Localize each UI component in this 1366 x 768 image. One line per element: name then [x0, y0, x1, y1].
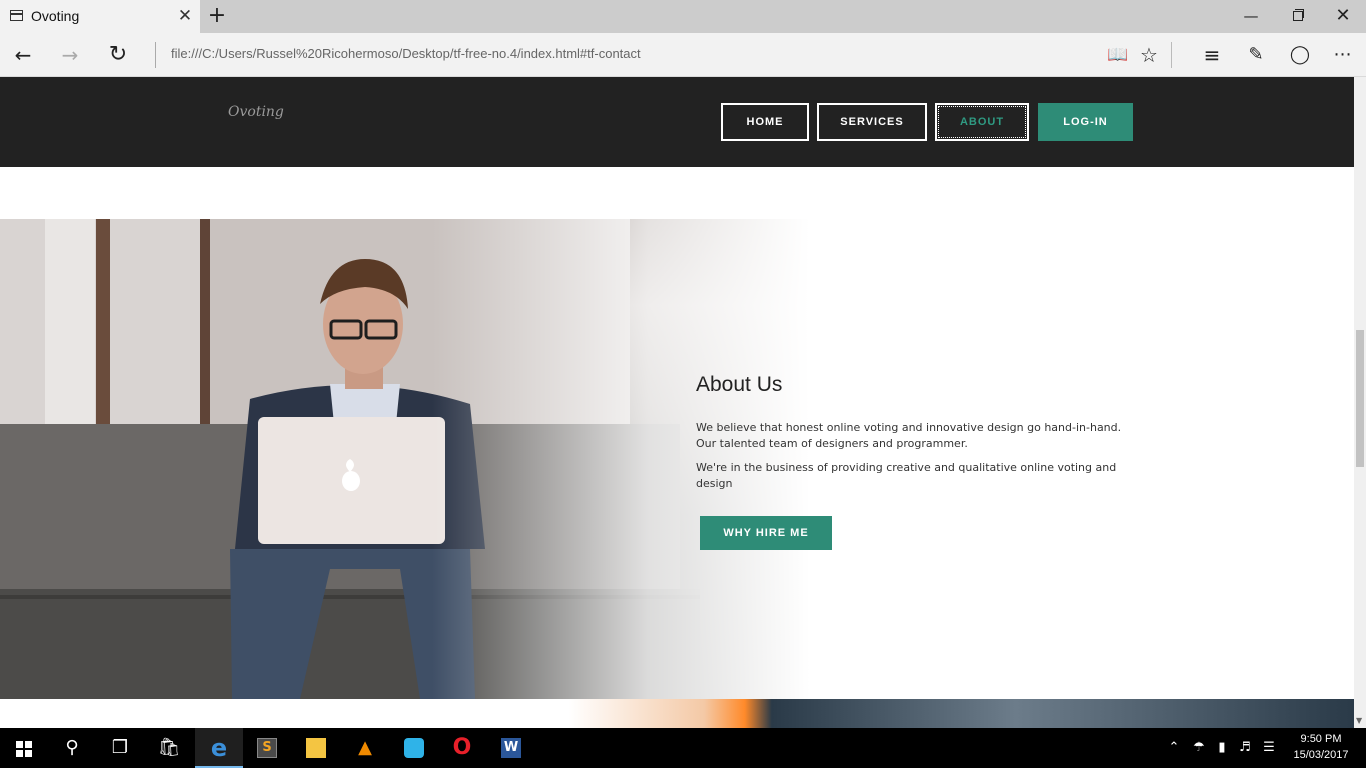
- wifi-icon[interactable]: ☂: [1188, 728, 1210, 768]
- browser-tab[interactable]: Ovoting ✕: [0, 0, 200, 33]
- store-icon[interactable]: 🛍: [145, 728, 193, 768]
- battery-icon[interactable]: ▮: [1211, 728, 1233, 768]
- page-scrollbar[interactable]: ▼: [1354, 77, 1366, 728]
- about-section: About Us We believe that honest online v…: [0, 219, 1354, 699]
- close-tab-icon[interactable]: ✕: [175, 6, 195, 26]
- about-paragraph-1: We believe that honest online voting and…: [696, 421, 1122, 450]
- about-title: About Us: [696, 373, 783, 396]
- edge-icon[interactable]: e: [195, 728, 243, 768]
- more-icon[interactable]: ⋯: [1328, 41, 1358, 69]
- sublime-text-icon[interactable]: S: [243, 728, 291, 768]
- volume-icon[interactable]: ♬: [1234, 728, 1256, 768]
- action-center-icon[interactable]: ☰: [1258, 728, 1280, 768]
- opera-icon[interactable]: O: [438, 728, 486, 768]
- web-note-icon[interactable]: ✎: [1241, 41, 1271, 69]
- scrollbar-thumb[interactable]: [1356, 330, 1364, 467]
- site-logo[interactable]: Ovoting: [228, 104, 284, 120]
- restore-button[interactable]: [1283, 2, 1311, 30]
- scroll-down-arrow-icon[interactable]: ▼: [1356, 717, 1364, 725]
- page-viewport: Ovoting HOME SERVICES ABOUT LOG-IN About…: [0, 77, 1354, 728]
- back-arrow-icon[interactable]: ←: [8, 41, 38, 69]
- reading-view-icon[interactable]: 📖: [1103, 41, 1133, 69]
- nav-home-button[interactable]: HOME: [721, 103, 809, 141]
- photo-fade-overlay: [0, 219, 900, 699]
- taskbar-clock[interactable]: 9:50 PM 15/03/2017: [1282, 731, 1360, 763]
- clock-time: 9:50 PM: [1300, 733, 1342, 745]
- minimize-button[interactable]: —: [1237, 2, 1265, 30]
- file-explorer-icon[interactable]: [292, 728, 340, 768]
- vlc-icon[interactable]: ▲: [341, 728, 389, 768]
- browser-toolbar: ← → ↻ file:///C:/Users/Russel%20Ricoherm…: [0, 33, 1366, 77]
- start-button[interactable]: [0, 728, 48, 768]
- forward-arrow-icon[interactable]: →: [55, 41, 85, 69]
- refresh-icon[interactable]: ↻: [103, 41, 133, 69]
- page-icon: [10, 10, 23, 21]
- windows-logo-icon: [16, 741, 32, 757]
- new-tab-button[interactable]: +: [205, 4, 229, 28]
- man-with-laptop-photo: [0, 219, 900, 699]
- show-hidden-icons-icon[interactable]: ⌃: [1164, 728, 1184, 768]
- close-window-button[interactable]: ✕: [1329, 2, 1357, 30]
- task-view-icon[interactable]: ❐: [96, 728, 144, 768]
- address-bar[interactable]: file:///C:/Users/Russel%20Ricohermoso/De…: [171, 46, 641, 61]
- app-circle-icon[interactable]: [390, 728, 438, 768]
- address-separator: [155, 42, 156, 68]
- hub-icon[interactable]: ≡: [1197, 41, 1227, 69]
- about-paragraph-2: We're in the business of providing creat…: [696, 461, 1117, 490]
- nav-about-button[interactable]: ABOUT: [935, 103, 1029, 141]
- star-icon[interactable]: ☆: [1134, 41, 1164, 69]
- toolbar-separator: [1171, 42, 1172, 68]
- tab-title: Ovoting: [31, 8, 80, 24]
- search-icon[interactable]: ⚲: [48, 728, 96, 768]
- site-header: Ovoting HOME SERVICES ABOUT LOG-IN: [0, 77, 1354, 167]
- next-section-preview: [0, 699, 1354, 728]
- word-icon[interactable]: W: [487, 728, 535, 768]
- browser-tab-bar: Ovoting ✕ + — ✕: [0, 0, 1366, 33]
- nav-login-button[interactable]: LOG-IN: [1038, 103, 1133, 141]
- clock-date: 15/03/2017: [1293, 749, 1349, 761]
- windows-taskbar: ⚲ ❐ 🛍 e S ▲ O W ⌃ ☂ ▮ ♬ ☰ 9:50 PM 15/03/…: [0, 728, 1366, 768]
- share-icon[interactable]: ◯: [1285, 41, 1315, 69]
- nav-services-button[interactable]: SERVICES: [817, 103, 927, 141]
- why-hire-me-button[interactable]: WHY HIRE ME: [700, 516, 832, 550]
